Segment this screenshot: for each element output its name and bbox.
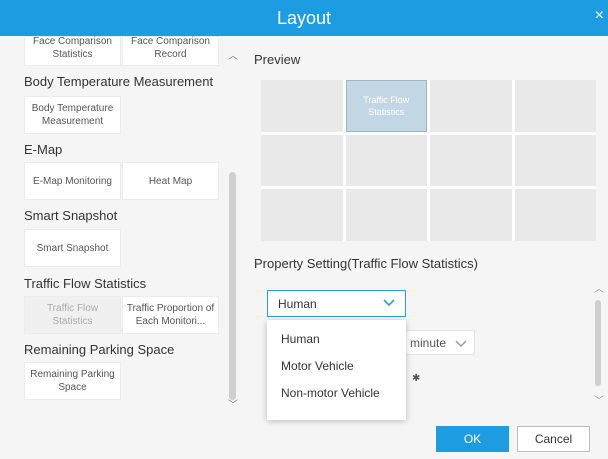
scroll-up-icon[interactable]: ︿ — [228, 47, 238, 62]
cancel-button[interactable]: Cancel — [517, 426, 590, 452]
chevron-down-icon — [383, 299, 395, 307]
tile-smart-snapshot[interactable]: Smart Snapshot — [24, 229, 121, 267]
option-human[interactable]: Human — [267, 326, 406, 353]
preview-label: Preview — [254, 52, 301, 67]
scroll-up-icon[interactable]: ︿ — [594, 280, 604, 295]
tile-traffic-proportion[interactable]: Traffic Proportion of Each Monitori... — [122, 296, 219, 334]
preview-cell[interactable] — [345, 134, 427, 187]
scroll-down-icon[interactable]: ﹀ — [594, 392, 604, 407]
category-e-map: E-Map — [24, 142, 63, 157]
preview-cell[interactable] — [514, 80, 596, 132]
interval-select[interactable]: minute — [405, 330, 475, 355]
option-non-motor-vehicle[interactable]: Non-motor Vehicle — [267, 380, 406, 407]
interval-select-value: minute — [410, 335, 447, 350]
scroll-down-icon[interactable]: ﹀ — [228, 396, 238, 411]
category-traffic-flow-statistics: Traffic Flow Statistics — [24, 276, 147, 291]
tile-traffic-flow-statistics: Traffic Flow Statistics — [24, 296, 121, 334]
title-bar: Layout × — [0, 0, 608, 36]
preview-cell[interactable] — [261, 80, 343, 132]
tile-remaining-parking-space[interactable]: Remaining Parking Space — [24, 362, 121, 400]
category-body-temperature: Body Temperature Measurement — [24, 74, 214, 89]
preview-cell-active[interactable]: Traffic Flow Statistics — [345, 80, 427, 132]
preview-cell[interactable] — [430, 80, 512, 132]
preview-cell[interactable] — [430, 189, 512, 241]
close-icon[interactable]: × — [595, 8, 604, 24]
preview-cell[interactable] — [430, 134, 512, 187]
target-type-dropdown: Human Motor Vehicle Non-motor Vehicle — [267, 320, 406, 420]
category-smart-snapshot: Smart Snapshot — [24, 208, 118, 223]
right-scrollbar[interactable] — [595, 300, 601, 386]
left-scrollbar[interactable] — [229, 172, 236, 400]
target-type-select-value: Human — [278, 296, 317, 311]
tile-e-map-monitoring[interactable]: E-Map Monitoring — [24, 162, 121, 200]
preview-cell[interactable] — [514, 134, 596, 187]
property-setting-label: Property Setting(Traffic Flow Statistics… — [254, 256, 478, 271]
window-title: Layout — [276, 7, 332, 28]
tile-face-comparison-record[interactable]: Face Comparison Record — [122, 36, 219, 66]
tile-face-comparison-statistics[interactable]: Face Comparison Statistics — [24, 36, 121, 66]
ok-button[interactable]: OK — [436, 426, 509, 452]
preview-cell[interactable] — [345, 189, 427, 241]
gear-icon[interactable]: ✱ — [412, 373, 420, 384]
preview-grid: Traffic Flow Statistics — [261, 80, 596, 241]
preview-cell[interactable] — [514, 189, 596, 241]
option-motor-vehicle[interactable]: Motor Vehicle — [267, 353, 406, 380]
tile-body-temperature-measurement[interactable]: Body Temperature Measurement — [24, 96, 121, 134]
tile-heat-map[interactable]: Heat Map — [122, 162, 219, 200]
category-remaining-parking-space: Remaining Parking Space — [24, 342, 175, 357]
preview-cell[interactable] — [261, 134, 343, 187]
chevron-down-icon — [455, 340, 467, 347]
preview-cell[interactable] — [261, 189, 343, 241]
target-type-select[interactable]: Human — [267, 290, 406, 317]
